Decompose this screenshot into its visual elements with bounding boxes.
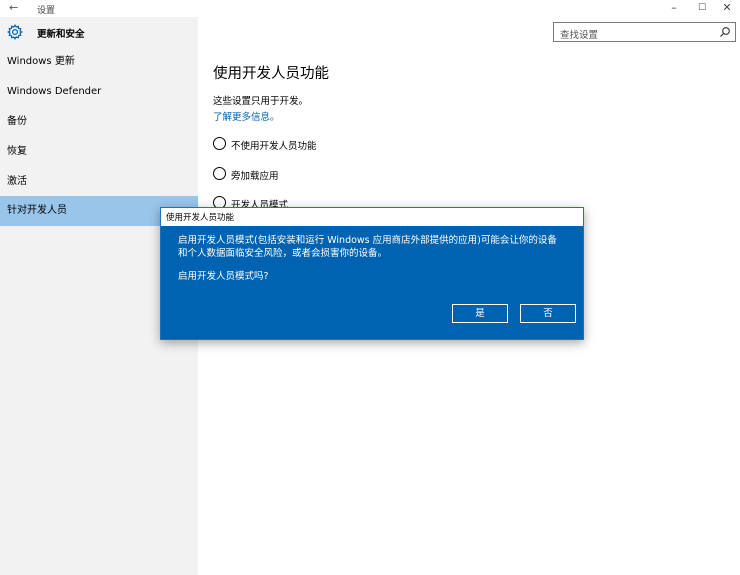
- search-placeholder: 查找设置: [560, 30, 599, 41]
- window-title: 设置: [37, 6, 56, 16]
- dialog-question: 启用开发人员模式吗?: [178, 271, 269, 282]
- dialog-title: 使用开发人员功能: [166, 213, 235, 223]
- dialog-titlebar: 使用开发人员功能: [161, 208, 583, 226]
- radio-circle[interactable]: [213, 167, 226, 180]
- maximize-button[interactable]: ☐: [692, 3, 712, 13]
- dialog-message-line-2: 和个人数据面临安全风险，或者会损害你的设备。: [178, 248, 388, 259]
- back-arrow-icon[interactable]: ←: [9, 1, 18, 14]
- minimize-button[interactable]: –: [664, 1, 684, 14]
- dialog-message-line-1: 启用开发人员模式(包括安装和运行 Windows 应用商店外部提供的应用)可能会…: [178, 235, 557, 246]
- no-button[interactable]: 否: [520, 304, 576, 323]
- close-button[interactable]: ✕: [717, 1, 737, 14]
- search-input[interactable]: 查找设置: [553, 22, 736, 42]
- learn-more-link[interactable]: 了解更多信息。: [213, 109, 280, 123]
- sidebar-item-recovery[interactable]: 恢复: [0, 137, 198, 167]
- yes-button[interactable]: 是: [452, 304, 508, 323]
- radio-circle[interactable]: [213, 137, 226, 150]
- gear-icon: [7, 24, 23, 40]
- sidebar-item-backup[interactable]: 备份: [0, 107, 198, 137]
- page-title: 使用开发人员功能: [213, 66, 329, 82]
- sidebar-item-windows-update[interactable]: Windows 更新: [0, 47, 198, 77]
- confirm-dialog: 使用开发人员功能 启用开发人员模式(包括安装和运行 Windows 应用商店外部…: [160, 207, 584, 340]
- search-icon[interactable]: [719, 26, 731, 38]
- sidebar-item-windows-defender[interactable]: Windows Defender: [0, 77, 198, 107]
- sidebar-header[interactable]: 更新和安全: [0, 17, 198, 47]
- window-titlebar: ← 设置 – ☐ ✕: [0, 0, 740, 17]
- sidebar-item-activation[interactable]: 激活: [0, 167, 198, 197]
- radio-label: 旁加载应用: [231, 171, 279, 182]
- radio-label: 不使用开发人员功能: [231, 141, 317, 152]
- sidebar-header-title: 更新和安全: [37, 29, 85, 40]
- page-description: 这些设置只用于开发。: [213, 96, 309, 107]
